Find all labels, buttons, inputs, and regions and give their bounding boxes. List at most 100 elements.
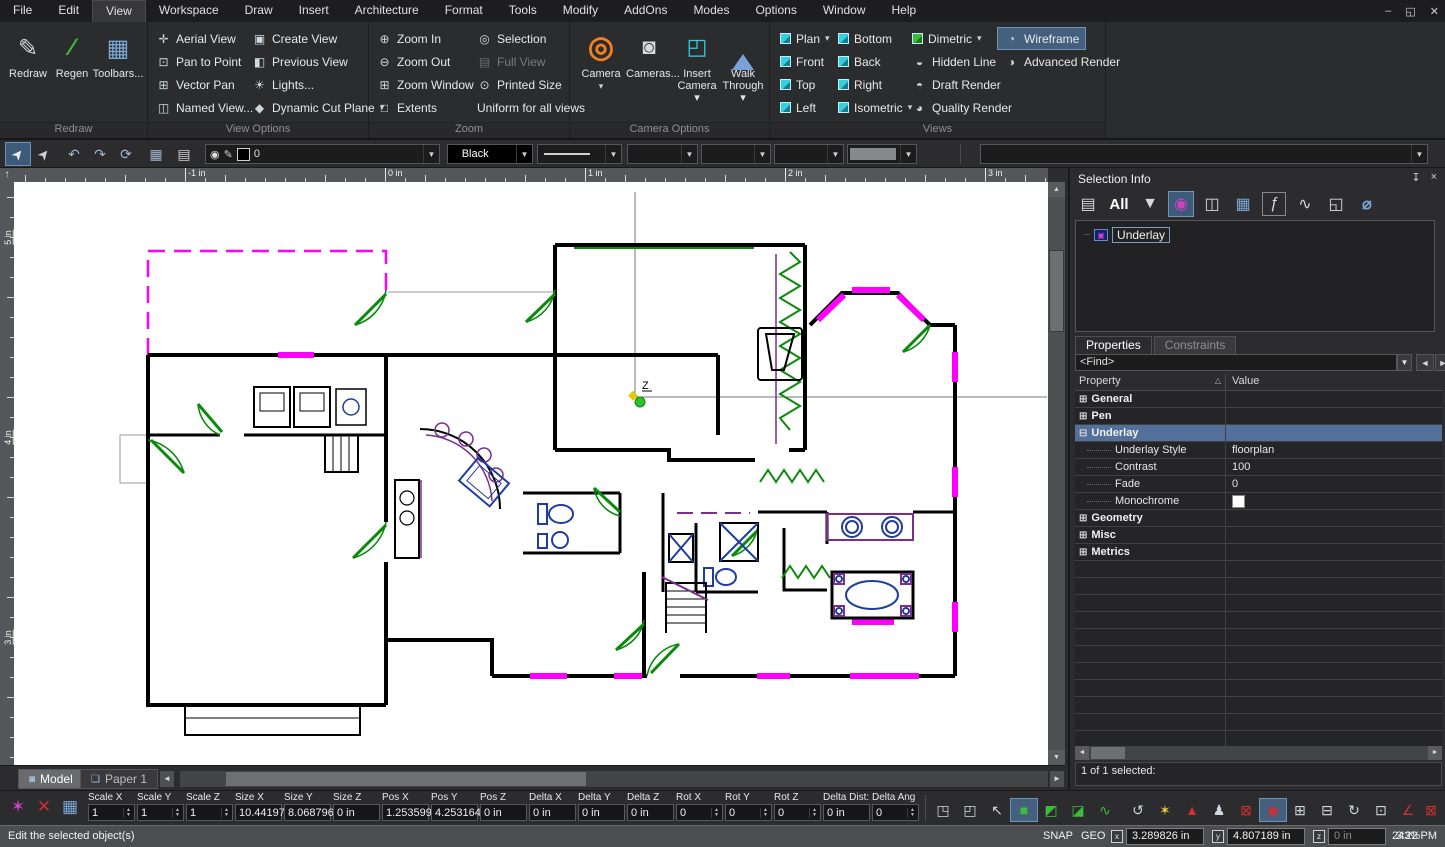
top-view-button[interactable]: Top bbox=[780, 74, 815, 95]
horizontal-scroll-thumb[interactable] bbox=[226, 772, 586, 786]
pin-icon[interactable]: ↧ bbox=[1411, 171, 1420, 184]
menu-view[interactable]: View bbox=[92, 0, 146, 22]
menu-options[interactable]: Options bbox=[742, 0, 809, 22]
pos-x-input[interactable]: 1.253599 bbox=[382, 804, 429, 821]
cameras-button[interactable]: ◙ Cameras... bbox=[626, 26, 672, 80]
chevron-down-icon[interactable]: ▼ bbox=[681, 145, 697, 163]
find-input[interactable]: <Find> bbox=[1075, 354, 1397, 371]
layer-combo[interactable]: ▼ bbox=[980, 144, 1428, 164]
polyline-edit-icon[interactable]: ∿ bbox=[1293, 192, 1317, 216]
quality-render-button[interactable]: ◕Quality Render bbox=[912, 97, 1012, 118]
color-combo[interactable]: Black ▼ bbox=[447, 144, 533, 164]
property-row-geometry[interactable]: ⊞Geometry bbox=[1075, 510, 1442, 527]
zoom-selection-button[interactable]: ◎Selection bbox=[477, 28, 546, 49]
minimize-icon[interactable]: – bbox=[1385, 5, 1391, 17]
no-render-box-icon[interactable]: ⊠ bbox=[1418, 799, 1444, 821]
scroll-left-icon[interactable]: ◄ bbox=[1075, 746, 1089, 760]
named-view-button[interactable]: ◫Named View... bbox=[156, 97, 253, 118]
horizontal-scrollbar[interactable] bbox=[180, 771, 1048, 787]
menu-addons[interactable]: AddOns bbox=[611, 0, 680, 22]
expand-icon[interactable]: ⊞ bbox=[1079, 547, 1087, 558]
zoom-in-button[interactable]: ⊕Zoom In bbox=[377, 28, 441, 49]
draft-render-button[interactable]: ◓Draft Render bbox=[912, 74, 1001, 95]
undo-selection-icon[interactable]: ↺ bbox=[1125, 799, 1151, 821]
pick-cursor-icon[interactable]: ↖ bbox=[984, 799, 1010, 821]
chevron-down-icon[interactable]: ▼ bbox=[1411, 145, 1427, 163]
chevron-down-icon[interactable]: ▼ bbox=[900, 145, 916, 163]
chevron-down-icon[interactable]: ▼ bbox=[754, 145, 770, 163]
zoom-out-button[interactable]: ⊖Zoom Out bbox=[377, 51, 450, 72]
redo-button[interactable]: ↷ bbox=[88, 143, 112, 165]
full-view-button[interactable]: ▤Full View bbox=[477, 51, 545, 72]
expand-icon[interactable]: ⊞ bbox=[1079, 513, 1087, 524]
print-button[interactable]: ▤ bbox=[172, 143, 196, 165]
chevron-down-icon[interactable]: ▼ bbox=[423, 145, 439, 163]
advanced-render-button[interactable]: ◑Advanced Render bbox=[998, 51, 1126, 72]
render-clip-icon[interactable]: ◩ bbox=[1038, 799, 1064, 821]
delta-z-input[interactable]: 0 in bbox=[627, 804, 674, 821]
remove-node-box-icon[interactable]: ⊟ bbox=[1314, 799, 1340, 821]
size-y-input[interactable]: 8.068796 bbox=[284, 804, 331, 821]
render-selection-icon[interactable]: ◪ bbox=[1065, 799, 1091, 821]
scroll-down-icon[interactable]: ▼ bbox=[1048, 750, 1065, 765]
scroll-up-icon[interactable]: ▲ bbox=[1048, 182, 1065, 197]
property-row-metrics[interactable]: ⊞Metrics bbox=[1075, 544, 1442, 561]
node-path-icon[interactable]: ∿ bbox=[1092, 799, 1118, 821]
uniform-for-all-views-button[interactable]: Uniform for all views bbox=[477, 97, 585, 118]
geo-toggle[interactable]: GEO bbox=[1081, 830, 1105, 842]
menu-help[interactable]: Help bbox=[879, 0, 930, 22]
no-clip-box-icon[interactable]: ⊠ bbox=[1233, 799, 1259, 821]
hatch-combo[interactable]: ▼ bbox=[774, 144, 844, 164]
spinner-icon[interactable]: ▲▼ bbox=[711, 808, 719, 818]
zoom-window-button[interactable]: ⊞Zoom Window bbox=[377, 74, 474, 95]
formula-icon[interactable]: ƒ bbox=[1262, 192, 1286, 216]
delta-ang-input[interactable]: 0▲▼ bbox=[872, 804, 919, 821]
grid-scroll-thumb[interactable] bbox=[1091, 747, 1125, 759]
chevron-down-icon[interactable]: ▼ bbox=[516, 145, 532, 163]
node-select-icon[interactable]: ◱ bbox=[1324, 192, 1348, 216]
vertical-scroll-thumb[interactable] bbox=[1049, 250, 1064, 332]
zoom-extents-button[interactable]: □Extents bbox=[377, 97, 437, 118]
y-coordinate-input[interactable]: 4.807189 in bbox=[1227, 828, 1305, 845]
select-tool-button[interactable]: ➤ bbox=[6, 143, 30, 165]
pos-y-input[interactable]: 4.253164 bbox=[431, 804, 478, 821]
front-view-button[interactable]: Front bbox=[780, 51, 824, 72]
selection-info-toggle-button[interactable]: ▦ bbox=[144, 143, 168, 165]
spinner-icon[interactable]: ▲▼ bbox=[123, 808, 131, 818]
lights-button[interactable]: ☀Lights... bbox=[252, 74, 314, 95]
pan-to-point-button[interactable]: ⊡Pan to Point bbox=[156, 51, 241, 72]
highlight-toggle-icon[interactable]: ◉ bbox=[1169, 192, 1193, 216]
tree-item-underlay[interactable]: ┈ ▣ Underlay bbox=[1084, 227, 1170, 243]
vertical-ruler[interactable]: 5 in 4 in 3 in bbox=[0, 182, 14, 765]
find-next-icon[interactable]: ► bbox=[1435, 354, 1445, 371]
line-style-combo[interactable]: ▼ bbox=[537, 144, 622, 164]
create-view-button[interactable]: ▣Create View bbox=[252, 28, 337, 49]
spinner-icon[interactable]: ▲▼ bbox=[760, 808, 768, 818]
pen-style-combo[interactable]: ◉ ✎ 0 ▼ bbox=[205, 144, 440, 164]
property-row-underlay[interactable]: ⊟Underlay bbox=[1075, 425, 1442, 442]
copy-icon[interactable]: ◫ bbox=[1200, 192, 1224, 216]
delta-dist-input[interactable]: 0 in bbox=[823, 804, 870, 821]
dimetric-view-button[interactable]: Dimetric▾ bbox=[912, 28, 982, 49]
property-row-underlay-style[interactable]: Underlay Style floorplan bbox=[1075, 442, 1442, 459]
left-view-button[interactable]: Left bbox=[780, 97, 816, 118]
rot-x-input[interactable]: 0▲▼ bbox=[676, 804, 723, 821]
tab-constraints[interactable]: Constraints bbox=[1154, 336, 1237, 354]
isometric-view-button[interactable]: Isometric▾ bbox=[838, 97, 912, 118]
pin-box-icon[interactable]: ⊡ bbox=[1368, 799, 1394, 821]
scroll-right-icon[interactable]: ► bbox=[1428, 746, 1442, 760]
menu-tools[interactable]: Tools bbox=[496, 0, 550, 22]
selection-tree[interactable]: ┈ ▣ Underlay bbox=[1075, 220, 1435, 332]
toolbars-button[interactable]: ▦ Toolbars... bbox=[96, 28, 140, 120]
column-value[interactable]: Value bbox=[1226, 374, 1442, 390]
spinner-icon[interactable]: ▲▼ bbox=[221, 808, 229, 818]
property-row-fade[interactable]: Fade 0 bbox=[1075, 476, 1442, 493]
redraw-button[interactable]: ✎ Redraw bbox=[6, 28, 50, 120]
property-row-general[interactable]: ⊞General bbox=[1075, 391, 1442, 408]
expand-icon[interactable]: ⊞ bbox=[1079, 394, 1087, 405]
cube-section-icon[interactable]: ◰ bbox=[957, 799, 983, 821]
menu-architecture[interactable]: Architecture bbox=[342, 0, 432, 22]
filter-icon[interactable]: ▼ bbox=[1138, 192, 1162, 216]
chevron-down-icon[interactable]: ▼ bbox=[605, 145, 621, 163]
camera-button[interactable]: ◎ Camera▾ bbox=[578, 26, 624, 92]
